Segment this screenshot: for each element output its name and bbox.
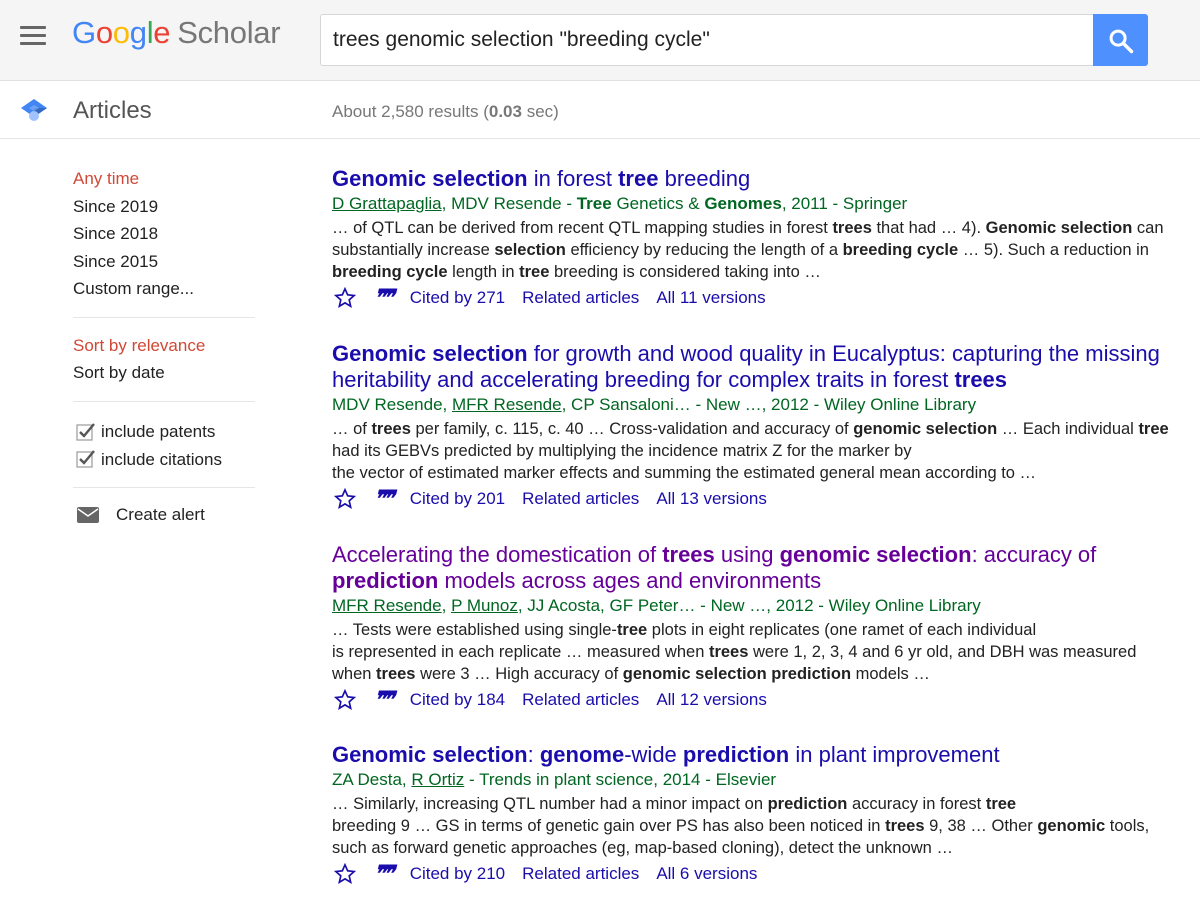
all-versions-link[interactable]: All 6 versions <box>656 864 757 884</box>
result-actions: ❞❞ Cited by 201 Related articles All 13 … <box>332 484 1172 514</box>
related-articles-link[interactable]: Related articles <box>522 864 639 884</box>
logo-letter: G <box>72 15 96 50</box>
search-result: Genomic selection: genome-wide predictio… <box>332 742 1172 892</box>
save-star-icon[interactable] <box>334 689 356 711</box>
hamburger-menu-icon[interactable] <box>20 26 48 48</box>
cited-by-link[interactable]: Cited by 271 <box>410 288 505 308</box>
results-count-suffix: sec) <box>521 102 559 121</box>
search-button[interactable] <box>1093 14 1148 66</box>
filter-since-2018[interactable]: Since 2018 <box>73 223 255 251</box>
top-header: Google Scholar <box>0 0 1200 81</box>
filter-custom-range[interactable]: Custom range... <box>73 278 255 306</box>
search-result: Accelerating the domestication of trees … <box>332 542 1172 742</box>
result-snippet: … Tests were established using single-tr… <box>332 621 1137 683</box>
results-count-prefix: About 2,580 results ( <box>332 102 489 121</box>
cited-by-link[interactable]: Cited by 210 <box>410 864 505 884</box>
result-actions: ❞❞ Cited by 184 Related articles All 12 … <box>332 685 1172 715</box>
result-snippet: … of trees per family, c. 115, c. 40 … C… <box>332 420 1169 482</box>
cited-by-link[interactable]: Cited by 201 <box>410 489 505 509</box>
search-result: Genomic selection in forest tree breedin… <box>332 166 1172 341</box>
results-list: Genomic selection in forest tree breedin… <box>332 166 1172 892</box>
all-versions-link[interactable]: All 11 versions <box>656 288 765 308</box>
cited-by-link[interactable]: Cited by 184 <box>410 690 505 710</box>
google-scholar-logo[interactable]: Google Scholar <box>72 15 281 51</box>
cite-quote-icon[interactable]: ❞❞ <box>374 285 395 311</box>
save-star-icon[interactable] <box>334 863 356 885</box>
divider <box>73 316 255 318</box>
save-star-icon[interactable] <box>334 488 356 510</box>
sort-by-relevance[interactable]: Sort by relevance <box>73 335 255 363</box>
sub-header: Articles About 2,580 results (0.03 sec) <box>0 82 1200 139</box>
related-articles-link[interactable]: Related articles <box>522 288 639 308</box>
result-title-link[interactable]: Genomic selection for growth and wood qu… <box>332 341 1172 393</box>
result-title-link[interactable]: Accelerating the domestication of trees … <box>332 542 1172 594</box>
cite-quote-icon[interactable]: ❞❞ <box>374 687 395 713</box>
logo-letter: o <box>95 15 113 50</box>
logo-letter: g <box>129 15 147 50</box>
result-authors: MDV Resende, MFR Resende, CP Sansaloni… … <box>332 395 977 414</box>
result-title-link[interactable]: Genomic selection: genome-wide predictio… <box>332 742 1172 768</box>
search-box <box>320 14 1094 66</box>
envelope-icon <box>77 506 99 523</box>
filter-since-2019[interactable]: Since 2019 <box>73 196 255 224</box>
filter-since-2015[interactable]: Since 2015 <box>73 251 255 279</box>
divider <box>73 400 255 402</box>
search-result: Genomic selection for growth and wood qu… <box>332 341 1172 542</box>
cite-quote-icon[interactable]: ❞❞ <box>374 861 395 887</box>
create-alert-label: Create alert <box>116 504 205 524</box>
logo-letter: e <box>153 15 171 50</box>
include-patents-checkbox[interactable]: include patents <box>73 419 255 447</box>
include-citations-checkbox[interactable]: include citations <box>73 446 255 474</box>
checkmark-icon <box>76 450 95 468</box>
save-star-icon[interactable] <box>334 287 356 309</box>
filter-any-time[interactable]: Any time <box>73 168 255 196</box>
result-snippet: … Similarly, increasing QTL number had a… <box>332 795 1150 857</box>
result-actions: ❞❞ Cited by 271 Related articles All 11 … <box>332 283 1172 313</box>
logo-letter: o <box>112 15 130 50</box>
result-actions: ❞❞ Cited by 210 Related articles All 6 v… <box>332 859 1172 889</box>
section-label[interactable]: Articles <box>73 97 152 125</box>
checkmark-icon <box>76 422 95 441</box>
cite-quote-icon[interactable]: ❞❞ <box>374 486 395 512</box>
results-count: About 2,580 results (0.03 sec) <box>332 102 559 122</box>
all-versions-link[interactable]: All 13 versions <box>656 489 767 509</box>
all-versions-link[interactable]: All 12 versions <box>656 690 767 710</box>
related-articles-link[interactable]: Related articles <box>522 489 639 509</box>
search-input[interactable] <box>321 15 1094 65</box>
logo-product-name: Scholar <box>177 15 281 50</box>
include-citations-label: include citations <box>101 449 222 469</box>
result-authors: D Grattapaglia, MDV Resende - Tree Genet… <box>332 194 908 213</box>
divider <box>73 486 255 488</box>
related-articles-link[interactable]: Related articles <box>522 690 639 710</box>
sort-by-date[interactable]: Sort by date <box>73 362 255 390</box>
include-patents-label: include patents <box>101 422 216 442</box>
filter-sidebar: Any time Since 2019 Since 2018 Since 201… <box>73 168 255 525</box>
results-time: 0.03 <box>488 102 522 121</box>
graduation-cap-icon[interactable] <box>20 97 48 123</box>
result-authors: MFR Resende, P Munoz, JJ Acosta, GF Pete… <box>332 596 981 615</box>
result-snippet: … of QTL can be derived from recent QTL … <box>332 219 1164 281</box>
create-alert-button[interactable]: Create alert <box>73 505 255 525</box>
result-authors: ZA Desta, R Ortiz - Trends in plant scie… <box>332 770 777 789</box>
search-icon <box>1109 29 1134 54</box>
result-title-link[interactable]: Genomic selection in forest tree breedin… <box>332 166 1172 192</box>
